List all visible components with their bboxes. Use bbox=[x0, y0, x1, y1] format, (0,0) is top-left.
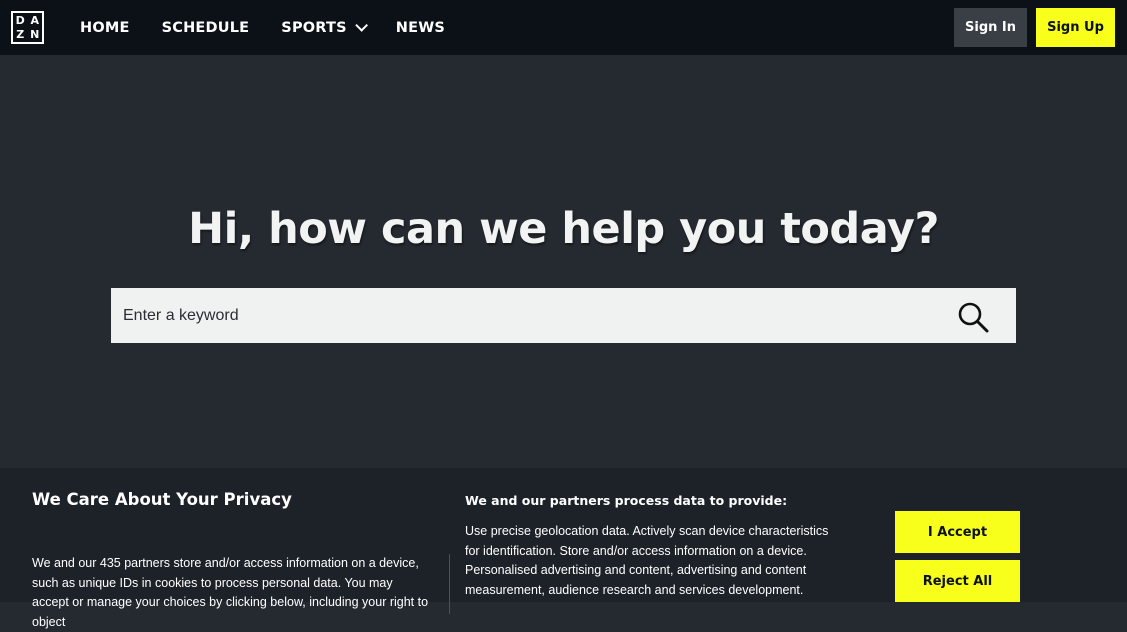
purposes-text: Use precise geolocation data. Actively s… bbox=[465, 524, 829, 597]
cookie-body-text: We and our 435 partners store and/or acc… bbox=[32, 556, 429, 629]
logo-letter: A bbox=[30, 13, 39, 27]
cookie-title: We Care About Your Privacy bbox=[32, 490, 292, 509]
dazn-logo[interactable]: D A Z N bbox=[11, 11, 44, 44]
reject-all-button[interactable]: Reject All bbox=[895, 560, 1020, 602]
sign-up-button[interactable]: Sign Up bbox=[1036, 8, 1115, 47]
logo-letter: D bbox=[15, 13, 25, 27]
nav-news-label: NEWS bbox=[395, 19, 446, 36]
sign-in-button[interactable]: Sign In bbox=[954, 8, 1027, 47]
nav-home[interactable]: HOME bbox=[80, 20, 130, 36]
search-input[interactable] bbox=[111, 288, 961, 343]
top-navigation: D A Z N HOME SCHEDULE SPORTS NEWS Sign I… bbox=[0, 0, 1127, 55]
nav-home-label: HOME bbox=[80, 19, 130, 36]
nav-sports-label: SPORTS bbox=[281, 19, 347, 36]
logo-letter: Z bbox=[16, 28, 25, 42]
search-icon[interactable] bbox=[956, 300, 990, 334]
hero-title: Hi, how can we help you today? bbox=[188, 204, 939, 254]
nav-sports[interactable]: SPORTS bbox=[281, 19, 368, 36]
cookie-consent-banner: We Care About Your Privacy We and our 43… bbox=[0, 468, 1127, 629]
accept-button[interactable]: I Accept bbox=[895, 511, 1020, 553]
logo-letter: N bbox=[30, 28, 40, 42]
nav-schedule-label: SCHEDULE bbox=[161, 19, 250, 36]
cookie-divider bbox=[449, 554, 450, 614]
search-box bbox=[111, 288, 1016, 343]
nav-schedule[interactable]: SCHEDULE bbox=[162, 20, 250, 36]
chevron-down-icon bbox=[355, 19, 368, 32]
purposes-title: We and our partners process data to prov… bbox=[465, 493, 788, 508]
main-nav: HOME SCHEDULE SPORTS NEWS bbox=[80, 0, 477, 55]
nav-news[interactable]: NEWS bbox=[396, 20, 445, 36]
